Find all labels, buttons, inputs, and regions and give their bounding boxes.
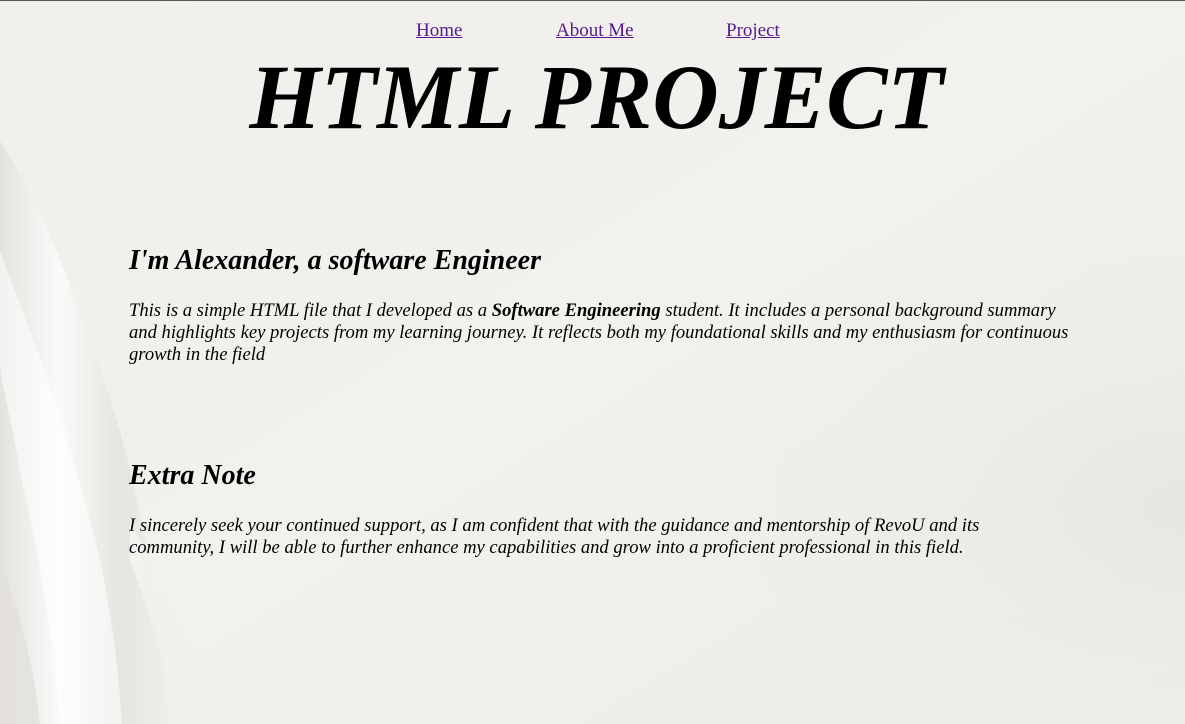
nav-link-about-me[interactable]: About Me bbox=[556, 20, 634, 42]
nav-link-home[interactable]: Home bbox=[416, 20, 462, 42]
intro-heading: I'm Alexander, a software Engineer bbox=[129, 245, 542, 276]
intro-emphasis: Software Engineering bbox=[491, 300, 661, 321]
extra-note-heading: Extra Note bbox=[129, 460, 256, 491]
intro-section: I'm Alexander, a software Engineer This … bbox=[129, 244, 1074, 366]
nav-link-project[interactable]: Project bbox=[726, 20, 780, 42]
extra-note-section: Extra Note I sincerely seek your continu… bbox=[129, 459, 1074, 559]
extra-note-paragraph: I sincerely seek your continued support,… bbox=[129, 515, 980, 558]
page-title: HTML PROJECT bbox=[249, 46, 944, 148]
top-nav: Home About Me Project bbox=[0, 20, 1185, 44]
page: { "nav": { "home_label": "Home", "about_… bbox=[0, 0, 1185, 724]
intro-paragraph: This is a simple HTML file that I develo… bbox=[129, 300, 1074, 366]
intro-text-before: This is a simple HTML file that I develo… bbox=[129, 300, 492, 321]
